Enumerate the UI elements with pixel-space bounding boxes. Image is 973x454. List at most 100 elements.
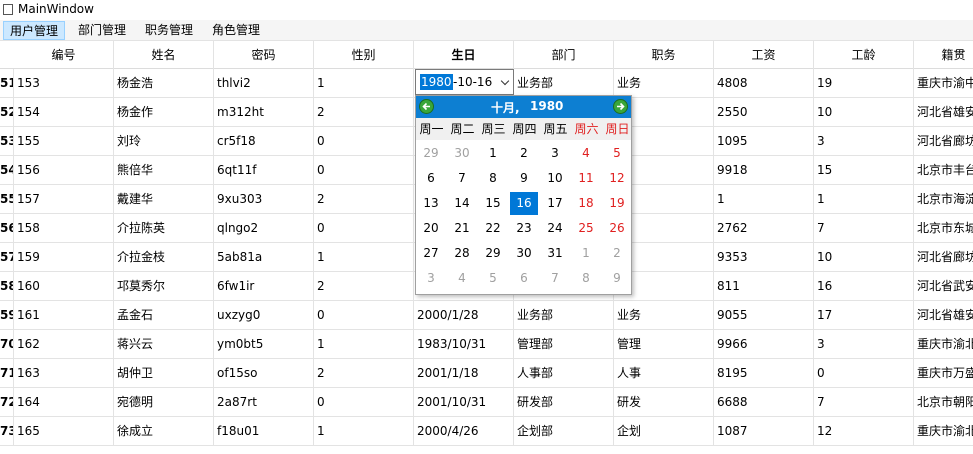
column-header-seniority[interactable]: 工龄 <box>814 41 914 69</box>
cell-salary[interactable]: 811 <box>714 272 814 301</box>
cell-name[interactable]: 孟金石 <box>114 301 214 330</box>
cell-password[interactable]: 2a87rt <box>214 388 314 417</box>
cell-id[interactable]: 154 <box>14 98 114 127</box>
calendar-day[interactable]: 5 <box>479 267 507 290</box>
cell-seniority[interactable]: 10 <box>814 243 914 272</box>
row-number[interactable]: 71 <box>0 359 14 388</box>
calendar-day[interactable]: 27 <box>417 242 445 265</box>
column-header-position[interactable]: 职务 <box>614 41 714 69</box>
cell-password[interactable]: uxzyg0 <box>214 301 314 330</box>
cell-id[interactable]: 164 <box>14 388 114 417</box>
cell-gender[interactable]: 2 <box>314 359 414 388</box>
calendar-day[interactable]: 16 <box>510 192 538 215</box>
cell-gender[interactable]: 2 <box>314 185 414 214</box>
calendar-day[interactable]: 17 <box>541 192 569 215</box>
cell-native-place[interactable]: 河北省武安 <box>914 272 973 301</box>
calendar-day[interactable]: 1 <box>479 142 507 165</box>
cell-salary[interactable]: 6688 <box>714 388 814 417</box>
cell-salary[interactable]: 2762 <box>714 214 814 243</box>
cell-seniority[interactable]: 1 <box>814 185 914 214</box>
cell-name[interactable]: 徐成立 <box>114 417 214 446</box>
row-number[interactable]: 70 <box>0 330 14 359</box>
cell-name[interactable]: 杨金浩 <box>114 69 214 98</box>
cell-salary[interactable]: 9966 <box>714 330 814 359</box>
cell-seniority[interactable]: 3 <box>814 127 914 156</box>
calendar-day[interactable]: 9 <box>603 267 631 290</box>
cell-salary[interactable]: 4808 <box>714 69 814 98</box>
calendar-day[interactable]: 12 <box>603 167 631 190</box>
cell-native-place[interactable]: 北京市丰台 <box>914 156 973 185</box>
calendar-day[interactable]: 7 <box>448 167 476 190</box>
cell-salary[interactable]: 9918 <box>714 156 814 185</box>
calendar-day[interactable]: 13 <box>417 192 445 215</box>
cell-department[interactable]: 人事部 <box>514 359 614 388</box>
calendar-day[interactable]: 30 <box>510 242 538 265</box>
cell-seniority[interactable]: 0 <box>814 359 914 388</box>
menu-role-management[interactable]: 角色管理 <box>206 21 266 40</box>
calendar-day[interactable]: 24 <box>541 217 569 240</box>
calendar-day[interactable]: 29 <box>417 142 445 165</box>
cell-id[interactable]: 153 <box>14 69 114 98</box>
calendar-day[interactable]: 15 <box>479 192 507 215</box>
calendar-day[interactable]: 3 <box>541 142 569 165</box>
cell-id[interactable]: 159 <box>14 243 114 272</box>
cell-department[interactable]: 业务部 <box>514 301 614 330</box>
calendar-day[interactable]: 25 <box>572 217 600 240</box>
calendar-day[interactable]: 6 <box>510 267 538 290</box>
row-number[interactable]: 57 <box>0 243 14 272</box>
cell-gender[interactable]: 0 <box>314 156 414 185</box>
cell-native-place[interactable]: 重庆市渝北 <box>914 417 973 446</box>
cell-id[interactable]: 160 <box>14 272 114 301</box>
previous-month-button[interactable] <box>419 99 434 114</box>
cell-native-place[interactable]: 重庆市渝中 <box>914 69 973 98</box>
cell-gender[interactable]: 0 <box>314 127 414 156</box>
column-header-name[interactable]: 姓名 <box>114 41 214 69</box>
cell-birthday[interactable]: 2001/10/31 <box>414 388 514 417</box>
calendar-day[interactable]: 21 <box>448 217 476 240</box>
cell-department[interactable]: 研发部 <box>514 388 614 417</box>
cell-native-place[interactable]: 北京市朝阳 <box>914 388 973 417</box>
cell-position[interactable]: 人事 <box>614 359 714 388</box>
cell-seniority[interactable]: 7 <box>814 388 914 417</box>
cell-native-place[interactable]: 重庆市万盛 <box>914 359 973 388</box>
cell-gender[interactable]: 0 <box>314 388 414 417</box>
menu-position-management[interactable]: 职务管理 <box>139 21 199 40</box>
table-row[interactable]: 59161孟金石uxzyg002000/1/28业务部业务905517河北省雄安 <box>0 301 973 330</box>
calendar-day[interactable]: 2 <box>603 242 631 265</box>
calendar-day[interactable]: 4 <box>448 267 476 290</box>
calendar-month-label[interactable]: 十月, <box>491 99 520 116</box>
cell-id[interactable]: 163 <box>14 359 114 388</box>
row-number[interactable]: 55 <box>0 185 14 214</box>
cell-password[interactable]: f18u01 <box>214 417 314 446</box>
calendar-day[interactable]: 28 <box>448 242 476 265</box>
cell-position[interactable]: 研发 <box>614 388 714 417</box>
calendar-day[interactable]: 29 <box>479 242 507 265</box>
cell-native-place[interactable]: 河北省廊坊 <box>914 127 973 156</box>
calendar-day[interactable]: 18 <box>572 192 600 215</box>
cell-birthday[interactable]: 2001/1/18 <box>414 359 514 388</box>
calendar-day[interactable]: 22 <box>479 217 507 240</box>
menu-user-management[interactable]: 用户管理 <box>3 21 66 40</box>
calendar-day[interactable]: 19 <box>603 192 631 215</box>
cell-password[interactable]: 6qt11f <box>214 156 314 185</box>
calendar-day[interactable]: 2 <box>510 142 538 165</box>
cell-gender[interactable]: 2 <box>314 272 414 301</box>
calendar-day[interactable]: 14 <box>448 192 476 215</box>
calendar-day[interactable]: 31 <box>541 242 569 265</box>
table-row[interactable]: 70162蒋兴云ym0bt511983/10/31管理部管理99663重庆市渝北 <box>0 330 973 359</box>
row-number[interactable]: 58 <box>0 272 14 301</box>
column-header-gender[interactable]: 性别 <box>314 41 414 69</box>
cell-seniority[interactable]: 12 <box>814 417 914 446</box>
cell-salary[interactable]: 1087 <box>714 417 814 446</box>
column-header-id[interactable]: 编号 <box>14 41 114 69</box>
cell-salary[interactable]: 2550 <box>714 98 814 127</box>
cell-password[interactable]: cr5f18 <box>214 127 314 156</box>
cell-salary[interactable]: 9353 <box>714 243 814 272</box>
next-month-button[interactable] <box>613 99 628 114</box>
calendar-day[interactable]: 23 <box>510 217 538 240</box>
calendar-day[interactable]: 9 <box>510 167 538 190</box>
calendar-day[interactable]: 5 <box>603 142 631 165</box>
cell-seniority[interactable]: 7 <box>814 214 914 243</box>
row-number[interactable]: 59 <box>0 301 14 330</box>
table-row[interactable]: 72164宛德明2a87rt02001/10/31研发部研发66887北京市朝阳 <box>0 388 973 417</box>
